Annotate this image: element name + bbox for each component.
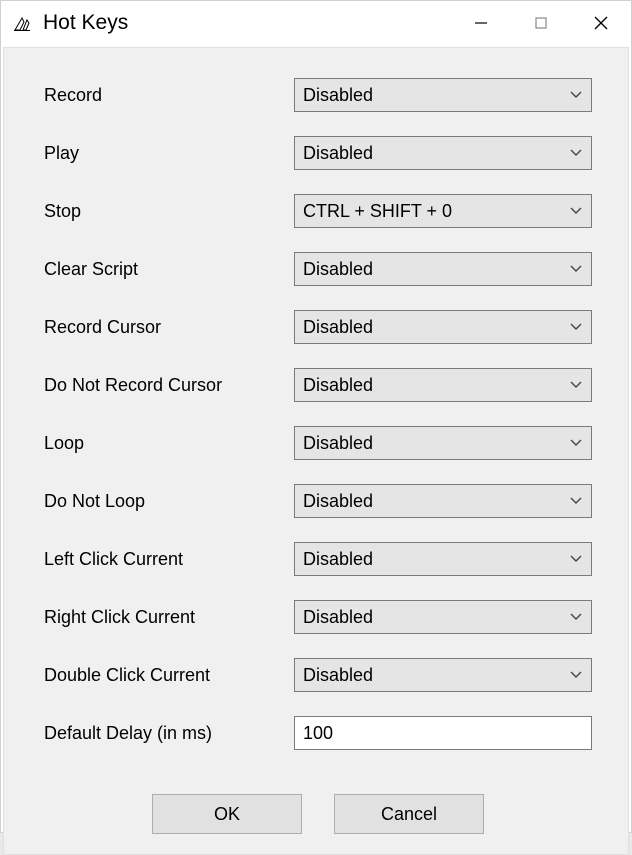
dropdown-value: Disabled	[303, 491, 561, 512]
label-loop: Loop	[44, 433, 294, 454]
chevron-down-icon	[561, 613, 591, 621]
cancel-button[interactable]: Cancel	[334, 794, 484, 834]
row-left-click-current: Left Click Current Disabled	[44, 542, 592, 576]
dropdown-value: Disabled	[303, 433, 561, 454]
dropdown-do-not-loop[interactable]: Disabled	[294, 484, 592, 518]
dropdown-double-click-current[interactable]: Disabled	[294, 658, 592, 692]
dropdown-value: Disabled	[303, 143, 561, 164]
row-do-not-record-cursor: Do Not Record Cursor Disabled	[44, 368, 592, 402]
chevron-down-icon	[561, 207, 591, 215]
label-default-delay: Default Delay (in ms)	[44, 723, 294, 744]
dropdown-clear-script[interactable]: Disabled	[294, 252, 592, 286]
dropdown-value: Disabled	[303, 665, 561, 686]
row-right-click-current: Right Click Current Disabled	[44, 600, 592, 634]
label-record: Record	[44, 85, 294, 106]
label-do-not-loop: Do Not Loop	[44, 491, 294, 512]
label-double-click-current: Double Click Current	[44, 665, 294, 686]
dialog-buttons: OK Cancel	[44, 794, 592, 834]
row-record-cursor: Record Cursor Disabled	[44, 310, 592, 344]
row-default-delay: Default Delay (in ms)	[44, 716, 592, 750]
hotkeys-dialog: Hot Keys Record Disabled	[0, 0, 632, 833]
dropdown-do-not-record-cursor[interactable]: Disabled	[294, 368, 592, 402]
dropdown-value: Disabled	[303, 259, 561, 280]
close-button[interactable]	[571, 1, 631, 45]
maximize-button[interactable]	[511, 1, 571, 45]
label-left-click-current: Left Click Current	[44, 549, 294, 570]
close-icon	[594, 16, 608, 30]
row-double-click-current: Double Click Current Disabled	[44, 658, 592, 692]
chevron-down-icon	[561, 265, 591, 273]
label-stop: Stop	[44, 201, 294, 222]
chevron-down-icon	[561, 381, 591, 389]
chevron-down-icon	[561, 439, 591, 447]
dropdown-loop[interactable]: Disabled	[294, 426, 592, 460]
row-record: Record Disabled	[44, 78, 592, 112]
dialog-body: Record Disabled Play Disabled Stop CTRL …	[3, 47, 629, 855]
row-loop: Loop Disabled	[44, 426, 592, 460]
maximize-icon	[534, 16, 548, 30]
row-stop: Stop CTRL + SHIFT + 0	[44, 194, 592, 228]
dropdown-right-click-current[interactable]: Disabled	[294, 600, 592, 634]
row-play: Play Disabled	[44, 136, 592, 170]
chevron-down-icon	[561, 149, 591, 157]
label-do-not-record-cursor: Do Not Record Cursor	[44, 375, 294, 396]
dropdown-value: Disabled	[303, 317, 561, 338]
dropdown-record-cursor[interactable]: Disabled	[294, 310, 592, 344]
dropdown-play[interactable]: Disabled	[294, 136, 592, 170]
dropdown-value: CTRL + SHIFT + 0	[303, 201, 561, 222]
input-default-delay[interactable]	[294, 716, 592, 750]
dropdown-value: Disabled	[303, 607, 561, 628]
minimize-button[interactable]	[451, 1, 511, 45]
label-clear-script: Clear Script	[44, 259, 294, 280]
minimize-icon	[474, 16, 488, 30]
chevron-down-icon	[561, 497, 591, 505]
row-clear-script: Clear Script Disabled	[44, 252, 592, 286]
row-do-not-loop: Do Not Loop Disabled	[44, 484, 592, 518]
dropdown-value: Disabled	[303, 85, 561, 106]
chevron-down-icon	[561, 671, 591, 679]
titlebar: Hot Keys	[1, 1, 631, 45]
chevron-down-icon	[561, 323, 591, 331]
dropdown-stop[interactable]: CTRL + SHIFT + 0	[294, 194, 592, 228]
label-right-click-current: Right Click Current	[44, 607, 294, 628]
app-icon	[11, 12, 33, 34]
dropdown-left-click-current[interactable]: Disabled	[294, 542, 592, 576]
chevron-down-icon	[561, 91, 591, 99]
label-play: Play	[44, 143, 294, 164]
label-record-cursor: Record Cursor	[44, 317, 294, 338]
dropdown-value: Disabled	[303, 375, 561, 396]
dropdown-value: Disabled	[303, 549, 561, 570]
dropdown-record[interactable]: Disabled	[294, 78, 592, 112]
ok-button[interactable]: OK	[152, 794, 302, 834]
window-title: Hot Keys	[43, 11, 128, 35]
chevron-down-icon	[561, 555, 591, 563]
